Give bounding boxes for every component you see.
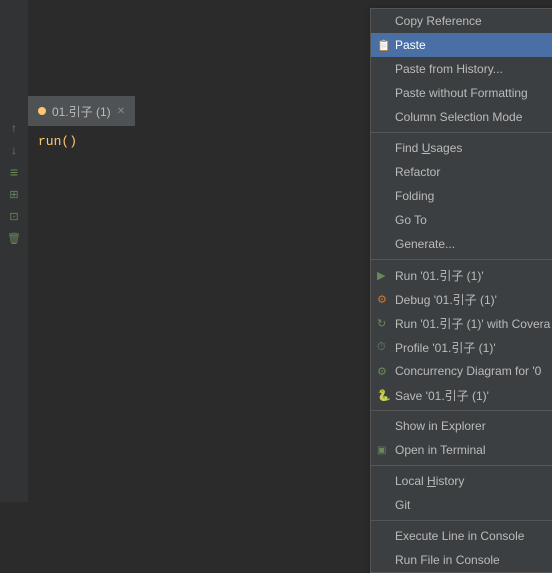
tab-close-icon[interactable]: ✕	[117, 106, 125, 117]
run-label: Run '01.引子 (1)'	[395, 267, 484, 284]
menu-item-run-coverage[interactable]: ↻ Run '01.引子 (1)' with Covera	[371, 311, 552, 335]
paste-no-format-label: Paste without Formatting	[395, 86, 528, 100]
local-history-label: Local History	[395, 474, 464, 488]
code-line: run()	[38, 134, 77, 149]
menu-item-save[interactable]: 🐍 Save '01.引子 (1)'	[371, 383, 552, 407]
column-selection-label: Column Selection Mode	[395, 110, 522, 124]
go-to-label: Go To	[395, 213, 427, 227]
separator-1	[371, 132, 552, 133]
debug-icon: ⚙	[377, 293, 387, 306]
left-gutter: ↑ ↓ ≡ ⊞ ⊡ 🗑	[0, 0, 28, 502]
run-file-label: Run File in Console	[395, 553, 500, 567]
python-dot-icon	[38, 107, 46, 115]
gutter-icon-down[interactable]: ↓	[6, 142, 22, 158]
menu-item-generate[interactable]: Generate...	[371, 232, 552, 256]
context-menu: Copy Reference 📋 Paste Paste from Histor…	[370, 8, 552, 573]
menu-item-copy-reference[interactable]: Copy Reference	[371, 9, 552, 33]
tab-bar: 01.引子 (1) ✕	[28, 96, 135, 126]
menu-item-open-terminal[interactable]: ▣ Open in Terminal	[371, 438, 552, 462]
git-label: Git	[395, 498, 410, 512]
separator-2	[371, 259, 552, 260]
copy-reference-label: Copy Reference	[395, 14, 482, 28]
terminal-icon: ▣	[377, 445, 386, 456]
debug-label: Debug '01.引子 (1)'	[395, 291, 497, 308]
execute-line-label: Execute Line in Console	[395, 529, 524, 543]
paste-icon: 📋	[377, 39, 391, 52]
save-label: Save '01.引子 (1)'	[395, 387, 489, 404]
gutter-icon-lines[interactable]: ≡	[6, 164, 22, 180]
menu-item-find-usages[interactable]: Find Usages	[371, 136, 552, 160]
menu-item-refactor[interactable]: Refactor	[371, 160, 552, 184]
menu-item-git[interactable]: Git	[371, 493, 552, 517]
refactor-label: Refactor	[395, 165, 440, 179]
tab-label: 01.引子 (1)	[52, 103, 111, 120]
separator-3	[371, 410, 552, 411]
show-explorer-label: Show in Explorer	[395, 419, 486, 433]
paste-label: Paste	[395, 38, 426, 52]
menu-item-debug[interactable]: ⚙ Debug '01.引子 (1)'	[371, 287, 552, 311]
menu-item-paste[interactable]: 📋 Paste	[371, 33, 552, 57]
separator-5	[371, 520, 552, 521]
paste-history-label: Paste from History...	[395, 62, 503, 76]
menu-item-run[interactable]: ▶ Run '01.引子 (1)'	[371, 263, 552, 287]
menu-item-local-history[interactable]: Local History	[371, 469, 552, 493]
concurrency-label: Concurrency Diagram for '0	[395, 364, 541, 378]
gutter-icon-grid[interactable]: ⊞	[6, 186, 22, 202]
menu-item-concurrency[interactable]: ⚙ Concurrency Diagram for '0	[371, 359, 552, 383]
open-terminal-label: Open in Terminal	[395, 443, 486, 457]
coverage-icon: ↻	[377, 317, 386, 330]
menu-item-run-file[interactable]: Run File in Console	[371, 548, 552, 572]
profile-label: Profile '01.引子 (1)'	[395, 339, 496, 356]
menu-item-column-selection[interactable]: Column Selection Mode	[371, 105, 552, 129]
top-hint-area	[28, 0, 48, 96]
menu-item-profile[interactable]: ⏱ Profile '01.引子 (1)'	[371, 335, 552, 359]
tab-item[interactable]: 01.引子 (1) ✕	[28, 96, 135, 126]
menu-item-show-explorer[interactable]: Show in Explorer	[371, 414, 552, 438]
run-icon: ▶	[377, 269, 385, 282]
menu-item-paste-history[interactable]: Paste from History...	[371, 57, 552, 81]
menu-item-execute-line[interactable]: Execute Line in Console	[371, 524, 552, 548]
gutter-icon-up[interactable]: ↑	[6, 120, 22, 136]
gutter-icon-trash[interactable]: 🗑	[6, 230, 22, 246]
menu-item-paste-no-format[interactable]: Paste without Formatting	[371, 81, 552, 105]
separator-4	[371, 465, 552, 466]
menu-item-go-to[interactable]: Go To	[371, 208, 552, 232]
folding-label: Folding	[395, 189, 434, 203]
find-usages-label: Find Usages	[395, 141, 462, 155]
gutter-icon-box[interactable]: ⊡	[6, 208, 22, 224]
run-coverage-label: Run '01.引子 (1)' with Covera	[395, 315, 550, 332]
menu-item-folding[interactable]: Folding	[371, 184, 552, 208]
generate-label: Generate...	[395, 237, 455, 251]
save-python-icon: 🐍	[377, 389, 391, 402]
concurrency-icon: ⚙	[377, 365, 387, 378]
profile-icon: ⏱	[377, 341, 386, 354]
editor-content: run()	[28, 126, 87, 157]
